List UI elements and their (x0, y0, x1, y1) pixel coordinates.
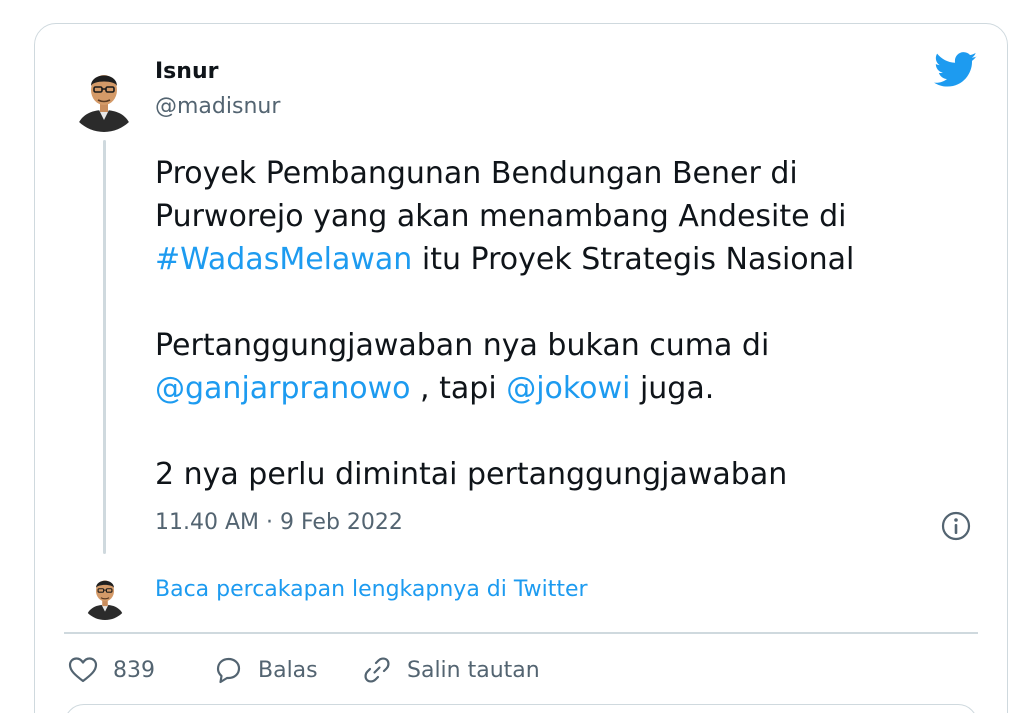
tweet-timestamp[interactable]: 11.40 AM · 9 Feb 2022 (155, 510, 403, 535)
avatar-image (80, 570, 130, 620)
speech-bubble-icon (216, 657, 241, 684)
tweet-line: Purworejo yang akan menambang Andesite d… (155, 199, 847, 234)
author-handle[interactable]: @madisnur (155, 94, 280, 119)
tweet-line: 2 nya perlu dimintai pertanggungjawaban (155, 457, 788, 492)
thread-line (103, 140, 106, 554)
copy-link-label: Salin tautan (407, 657, 540, 683)
tweet-text-fragment: , tapi (410, 371, 507, 406)
like-count: 839 (113, 657, 155, 683)
tweet-text-fragment: itu Proyek Strategis Nasional (412, 242, 855, 277)
hashtag-link[interactable]: #WadasMelawan (155, 242, 412, 277)
bottom-button-box[interactable] (64, 704, 978, 713)
avatar-image (68, 60, 140, 132)
mention-link[interactable]: @ganjarpranowo (155, 371, 411, 406)
author-avatar[interactable] (68, 60, 140, 132)
link-icon (364, 657, 390, 683)
twitter-bird-icon[interactable] (934, 52, 978, 88)
tweet-line: Pertanggungjawaban nya bukan cuma di (155, 328, 770, 363)
reply-avatar[interactable] (80, 570, 130, 620)
tweet-line: @ganjarpranowo , tapi @jokowi juga. (155, 367, 935, 410)
info-icon[interactable] (940, 510, 972, 542)
mention-link[interactable]: @jokowi (506, 371, 630, 406)
author-name[interactable]: Isnur (155, 59, 218, 84)
reply-label: Balas (258, 657, 318, 683)
divider (64, 632, 978, 634)
reply-button[interactable]: Balas (212, 650, 318, 690)
tweet-text-fragment: juga. (630, 371, 715, 406)
heart-icon (68, 657, 98, 683)
copy-link-button[interactable]: Salin tautan (361, 650, 540, 690)
like-button[interactable]: 839 (67, 650, 155, 690)
tweet-text: Proyek Pembangunan Bendungan Bener di Pu… (155, 152, 935, 496)
read-conversation-link[interactable]: Baca percakapan lengkapnya di Twitter (155, 577, 588, 602)
tweet-line: Proyek Pembangunan Bendungan Bener di (155, 156, 798, 191)
tweet-line: #WadasMelawan itu Proyek Strategis Nasio… (155, 238, 935, 281)
